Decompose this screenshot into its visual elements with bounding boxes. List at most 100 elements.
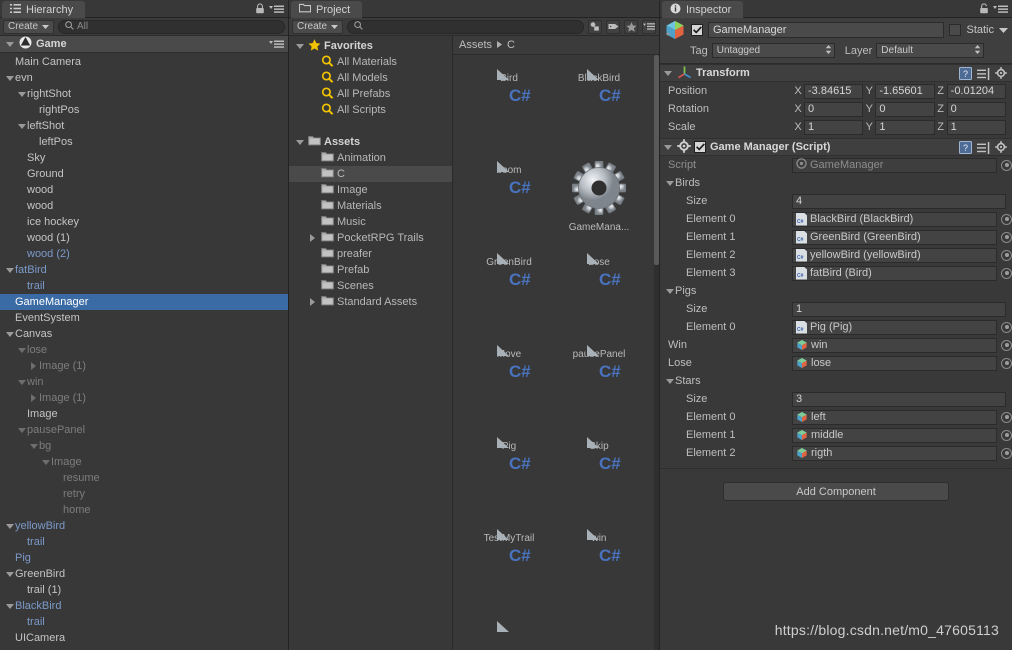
hierarchy-item-main-camera[interactable]: Main Camera [0, 54, 288, 70]
tree-expand-arrow[interactable] [294, 43, 305, 49]
project-tree-item-c[interactable]: C [289, 166, 452, 182]
hierarchy-item-gamemanager[interactable]: GameManager [0, 294, 288, 310]
object-reference-field[interactable]: left [792, 409, 997, 425]
asset-item[interactable] [465, 621, 553, 632]
hierarchy-create-button[interactable]: Create [3, 19, 55, 34]
project-tree-item-all-prefabs[interactable]: All Prefabs [289, 86, 452, 102]
hierarchy-item-bg[interactable]: bg [0, 438, 288, 454]
tree-expand-arrow[interactable] [4, 603, 15, 609]
project-tree-item-pocketrpg-trails[interactable]: PocketRPG Trails [289, 230, 452, 246]
tree-expand-arrow[interactable] [28, 394, 39, 402]
preset-icon[interactable] [977, 67, 990, 83]
transform-field-z[interactable]: 0 [946, 101, 1006, 117]
array-size-field[interactable]: 1 [792, 301, 1006, 317]
project-tree-item-favorites[interactable]: Favorites [289, 38, 452, 54]
array-foldout-arrow[interactable] [664, 288, 675, 294]
hierarchy-item-sky[interactable]: Sky [0, 150, 288, 166]
project-tree-item-scenes[interactable]: Scenes [289, 278, 452, 294]
transform-field-z[interactable]: -0.01204 [946, 83, 1006, 99]
hierarchy-item-ice-hockey[interactable]: ice hockey [0, 214, 288, 230]
asset-item[interactable]: C# Move [465, 345, 553, 381]
hierarchy-item-greenbird[interactable]: GreenBird [0, 566, 288, 582]
hierarchy-item-lose[interactable]: lose [0, 342, 288, 358]
object-picker-button[interactable] [1001, 411, 1012, 423]
tree-expand-arrow[interactable] [4, 523, 15, 529]
transform-field-y[interactable]: 0 [875, 101, 935, 117]
hierarchy-item-rightshot[interactable]: rightShot [0, 86, 288, 102]
hierarchy-item-trail-1[interactable]: trail (1) [0, 582, 288, 598]
asset-item[interactable]: C# pausePanel [555, 345, 643, 381]
asset-item[interactable]: C# TestMyTrail [465, 529, 553, 565]
hierarchy-item-win[interactable]: win [0, 374, 288, 390]
hierarchy-item-image-1[interactable]: Image (1) [0, 390, 288, 406]
object-reference-field[interactable]: rigth [792, 445, 997, 461]
project-tree-item-preafer[interactable]: preafer [289, 246, 452, 262]
tree-expand-arrow[interactable] [307, 298, 318, 306]
scene-menu-icon[interactable] [269, 39, 284, 52]
favorite-filter-icon[interactable] [624, 19, 638, 34]
breadcrumb-item[interactable]: C [507, 39, 515, 51]
project-tree-item-image[interactable]: Image [289, 182, 452, 198]
hierarchy-item-rightpos[interactable]: rightPos [0, 102, 288, 118]
hierarchy-item-blackbird[interactable]: BlackBird [0, 598, 288, 614]
project-menu-icon[interactable] [642, 19, 656, 34]
script-enabled-checkbox[interactable] [694, 141, 706, 153]
tree-expand-arrow[interactable] [16, 123, 27, 129]
tree-expand-arrow[interactable] [4, 75, 15, 81]
tree-expand-arrow[interactable] [16, 427, 27, 433]
hierarchy-item-image[interactable]: Image [0, 454, 288, 470]
transform-field-y[interactable]: -1.65601 [875, 83, 935, 99]
object-picker-button[interactable] [1001, 339, 1012, 351]
project-tree-item-prefab[interactable]: Prefab [289, 262, 452, 278]
hierarchy-item-uicamera[interactable]: UICamera [0, 630, 288, 646]
tree-expand-arrow[interactable] [28, 443, 39, 449]
project-search-input[interactable] [347, 19, 584, 34]
object-reference-field[interactable]: C# BlackBird (BlackBird) [792, 211, 997, 227]
tab-inspector[interactable]: Inspector [662, 1, 744, 18]
project-tree-item-materials[interactable]: Materials [289, 198, 452, 214]
object-picker-button[interactable] [1001, 213, 1012, 225]
hierarchy-item-ground[interactable]: Ground [0, 166, 288, 182]
hierarchy-item-trail[interactable]: trail [0, 534, 288, 550]
asset-type-filter-icon[interactable] [588, 19, 602, 34]
static-checkbox[interactable] [949, 24, 962, 36]
transform-field-z[interactable]: 1 [946, 119, 1006, 135]
object-picker-button[interactable] [1001, 249, 1012, 261]
asset-item[interactable]: C# GreenBird [465, 253, 553, 289]
scene-root-row[interactable]: Game [0, 36, 288, 53]
hierarchy-item-home[interactable]: home [0, 502, 288, 518]
project-tree-item-animation[interactable]: Animation [289, 150, 452, 166]
script-object-field[interactable]: GameManager [792, 157, 997, 173]
object-picker-button[interactable] [1001, 447, 1012, 459]
asset-item[interactable]: C# win [555, 529, 643, 565]
hierarchy-tree[interactable]: Main Camera evn rightShot rightPos leftShot l… [0, 53, 288, 650]
asset-item[interactable]: C# Bird [465, 69, 553, 105]
gear-icon[interactable] [995, 67, 1008, 83]
hierarchy-item-leftpos[interactable]: leftPos [0, 134, 288, 150]
array-size-field[interactable]: 4 [792, 193, 1006, 209]
hierarchy-item-wood[interactable]: wood [0, 198, 288, 214]
asset-item[interactable]: C# BlackBird [555, 69, 643, 105]
hierarchy-item-wood[interactable]: wood [0, 182, 288, 198]
tree-expand-arrow[interactable] [307, 234, 318, 242]
asset-grid[interactable]: C# Bird C# BlackBird C# boom GameMana... C# Gree… [453, 55, 659, 650]
object-reference-field[interactable]: lose [792, 355, 997, 371]
layer-dropdown[interactable]: Default [876, 43, 985, 58]
add-component-button[interactable]: Add Component [723, 482, 949, 501]
hierarchy-item-resume[interactable]: resume [0, 470, 288, 486]
tag-dropdown[interactable]: Untagged [711, 43, 835, 58]
hierarchy-search-input[interactable]: All [58, 19, 285, 34]
script-foldout-arrow[interactable] [662, 144, 673, 150]
hierarchy-item-leftshot[interactable]: leftShot [0, 118, 288, 134]
object-picker-button[interactable] [1001, 231, 1012, 243]
tree-expand-arrow[interactable] [4, 267, 15, 273]
lock-icon[interactable] [979, 3, 989, 17]
tree-expand-arrow[interactable] [40, 459, 51, 465]
transform-field-x[interactable]: 0 [804, 101, 864, 117]
breadcrumb-item[interactable]: Assets [459, 39, 492, 51]
object-picker-button[interactable] [1001, 159, 1012, 171]
asset-item[interactable]: C# Pig [465, 437, 553, 473]
preset-icon[interactable] [977, 141, 990, 157]
lock-icon[interactable] [255, 3, 265, 17]
hierarchy-item-trail[interactable]: trail [0, 614, 288, 630]
